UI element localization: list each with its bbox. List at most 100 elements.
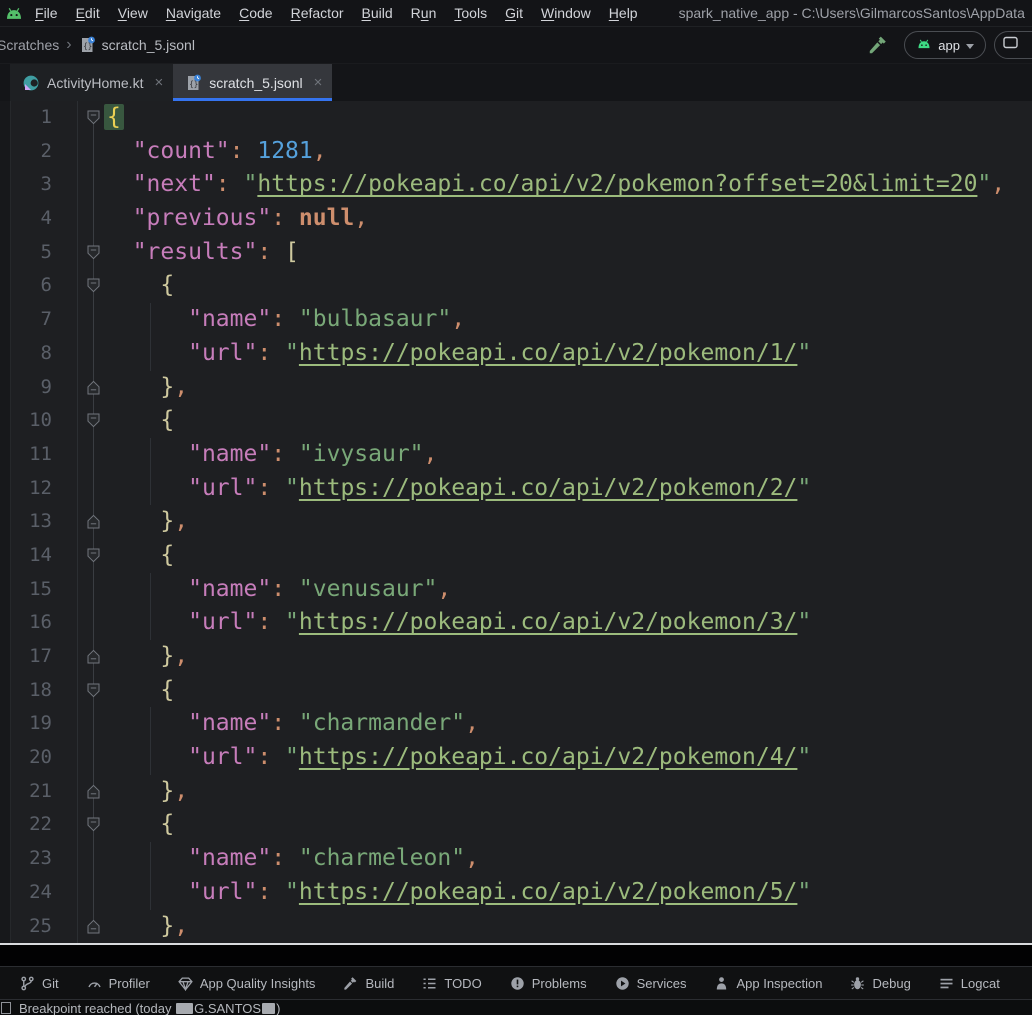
line-number[interactable]: 9 — [10, 371, 77, 405]
code-line[interactable]: 7 "name": "bulbasaur", — [0, 303, 1032, 337]
code-line[interactable]: 4 "previous": null, — [0, 202, 1032, 236]
line-number[interactable]: 23 — [10, 842, 77, 876]
line-number[interactable]: 20 — [10, 741, 77, 775]
fold-down-icon[interactable] — [77, 539, 105, 573]
run-configuration-selector[interactable]: app — [904, 31, 986, 59]
code-line[interactable]: 16 "url": "https://pokeapi.co/api/v2/pok… — [0, 606, 1032, 640]
code-line[interactable]: 1{ — [0, 101, 1032, 135]
line-number[interactable]: 12 — [10, 472, 77, 506]
code-line[interactable]: 17 }, — [0, 640, 1032, 674]
code-line[interactable]: 14 { — [0, 539, 1032, 573]
fold-down-icon[interactable] — [77, 269, 105, 303]
code-line[interactable]: 12 "url": "https://pokeapi.co/api/v2/pok… — [0, 471, 1032, 506]
build-hammer-icon[interactable] — [868, 35, 888, 55]
fold-up-icon[interactable] — [77, 640, 105, 674]
fold-up-icon[interactable] — [77, 505, 105, 539]
code-line[interactable]: 8 "url": "https://pokeapi.co/api/v2/poke… — [0, 336, 1032, 371]
code-line[interactable]: 2 "count": 1281, — [0, 135, 1032, 169]
code-line[interactable]: 5 "results": [ — [0, 236, 1032, 270]
line-number[interactable]: 8 — [10, 337, 77, 371]
line-number[interactable]: 18 — [10, 674, 77, 708]
code-line[interactable]: 22 { — [0, 808, 1032, 842]
fold-down-icon[interactable] — [77, 674, 105, 708]
code-line[interactable]: 21 }, — [0, 775, 1032, 809]
menu-navigate[interactable]: Navigate — [157, 5, 230, 21]
line-number[interactable]: 25 — [10, 910, 77, 944]
line-number[interactable]: 13 — [10, 505, 77, 539]
code-line[interactable]: 13 }, — [0, 505, 1032, 539]
fold-down-icon[interactable] — [77, 101, 105, 135]
toolwindow-profiler[interactable]: Profiler — [87, 976, 150, 991]
close-icon[interactable]: × — [314, 75, 323, 90]
menu-window[interactable]: Window — [532, 5, 600, 21]
breadcrumb-filename[interactable]: scratch_5.jsonl — [102, 37, 195, 53]
toolwindow-services[interactable]: Services — [615, 976, 686, 991]
menu-view[interactable]: View — [109, 5, 157, 21]
line-number[interactable]: 14 — [10, 539, 77, 573]
code-line[interactable]: 11 "name": "ivysaur", — [0, 437, 1032, 472]
fold-up-icon[interactable] — [77, 371, 105, 405]
code-line[interactable]: 18 { — [0, 674, 1032, 708]
line-number[interactable]: 4 — [10, 202, 77, 236]
menu-code[interactable]: Code — [230, 5, 281, 21]
code-line[interactable]: 24 "url": "https://pokeapi.co/api/v2/pok… — [0, 875, 1032, 910]
close-icon[interactable]: × — [154, 75, 163, 90]
code-line[interactable]: 10 { — [0, 404, 1032, 438]
toolwindow-logcat[interactable]: Logcat — [939, 976, 1000, 991]
menu-help[interactable]: Help — [600, 5, 647, 21]
code-line[interactable]: 3 "next": "https://pokeapi.co/api/v2/pok… — [0, 168, 1032, 202]
app-inspection-icon — [714, 976, 729, 991]
fold-down-icon[interactable] — [77, 404, 105, 438]
tab-scratch-5-jsonl[interactable]: {} scratch_5.jsonl × — [173, 64, 333, 101]
menu-refactor[interactable]: Refactor — [282, 5, 353, 21]
tab-activityhome-kt[interactable]: ActivityHome.kt × — [10, 64, 174, 101]
toolwindow-problems[interactable]: Problems — [510, 976, 587, 991]
code-line[interactable]: 20 "url": "https://pokeapi.co/api/v2/pok… — [0, 741, 1032, 775]
line-number[interactable]: 10 — [10, 404, 77, 438]
line-number[interactable]: 2 — [10, 135, 77, 169]
code-line[interactable]: 15 "name": "venusaur", — [0, 572, 1032, 607]
menu-edit[interactable]: Edit — [67, 5, 109, 21]
line-number[interactable]: 16 — [10, 606, 77, 640]
toolwindow-app-quality-insights[interactable]: App Quality Insights — [178, 976, 315, 991]
line-number[interactable]: 24 — [10, 876, 77, 910]
line-number[interactable]: 7 — [10, 303, 77, 337]
code-text: }, — [160, 912, 189, 939]
line-number[interactable]: 22 — [10, 808, 77, 842]
fold-down-icon[interactable] — [77, 236, 105, 270]
toolwindow-todo[interactable]: TODO — [422, 976, 482, 991]
android-studio-icon — [4, 6, 26, 20]
menu-tools[interactable]: Tools — [445, 5, 496, 21]
menu-build[interactable]: Build — [353, 5, 402, 21]
fold-up-icon[interactable] — [77, 775, 105, 809]
line-number[interactable]: 19 — [10, 707, 77, 741]
toolwindow-app-inspection[interactable]: App Inspection — [714, 976, 822, 991]
fold-down-icon[interactable] — [77, 808, 105, 842]
line-number[interactable]: 15 — [10, 573, 77, 607]
line-number[interactable]: 17 — [10, 640, 77, 674]
fold-up-icon[interactable] — [77, 910, 105, 944]
code-line[interactable]: 25 }, — [0, 910, 1032, 944]
device-selector[interactable] — [994, 31, 1032, 59]
menu-file[interactable]: File — [26, 5, 67, 21]
line-number[interactable]: 21 — [10, 775, 77, 809]
line-number[interactable]: 6 — [10, 269, 77, 303]
code-text: }, — [160, 777, 189, 804]
toolwindow-build[interactable]: Build — [343, 976, 394, 991]
code-editor[interactable]: 1{2 "count": 1281, 3 "next": "https://pok… — [0, 101, 1032, 943]
line-number[interactable]: 1 — [10, 101, 77, 135]
fold-gutter — [77, 202, 105, 236]
code-line[interactable]: 9 }, — [0, 371, 1032, 405]
code-line[interactable]: 6 { — [0, 269, 1032, 303]
toolwindow-debug[interactable]: Debug — [850, 976, 911, 991]
code-line[interactable]: 19 "name": "charmander", — [0, 707, 1032, 741]
fold-gutter — [77, 842, 105, 876]
code-line[interactable]: 23 "name": "charmeleon", — [0, 842, 1032, 876]
toolwindow-git[interactable]: Git — [20, 976, 59, 991]
menu-git[interactable]: Git — [496, 5, 532, 21]
menu-run[interactable]: Run — [402, 5, 446, 21]
line-number[interactable]: 11 — [10, 438, 77, 472]
breadcrumb-scratches[interactable]: Scratches — [0, 37, 59, 53]
line-number[interactable]: 3 — [10, 168, 77, 202]
line-number[interactable]: 5 — [10, 236, 77, 270]
